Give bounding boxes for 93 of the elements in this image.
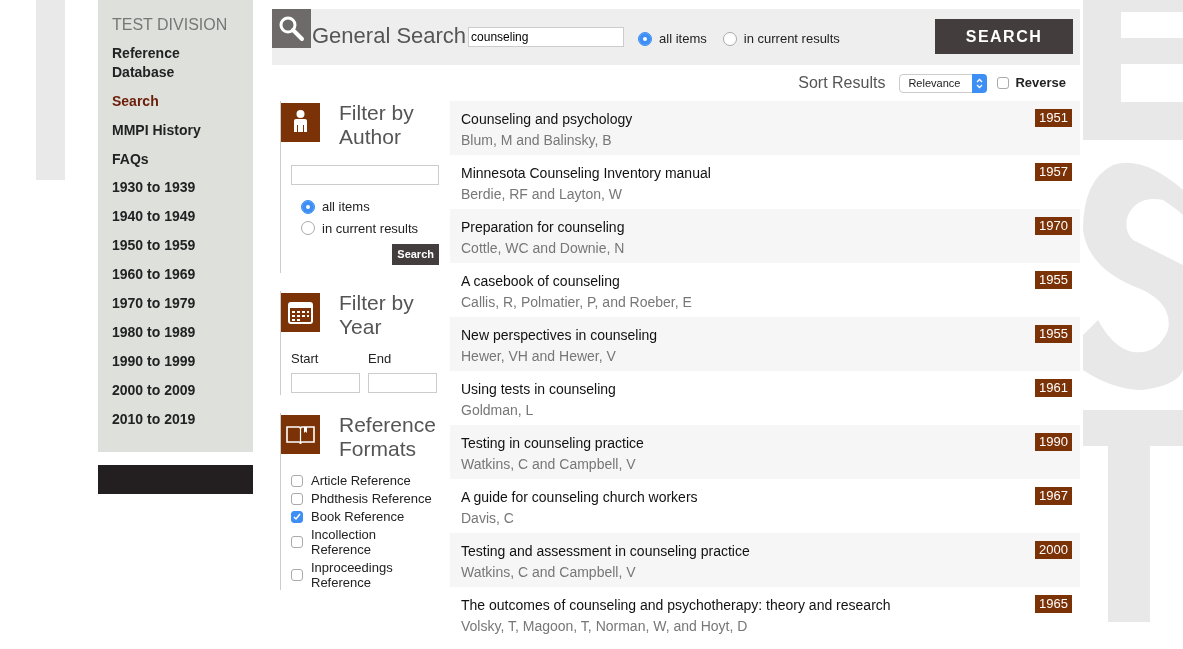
result-authors: Davis, C	[461, 509, 515, 528]
caret-icon	[972, 73, 988, 93]
sidebar-item[interactable]: 1950 to 1959	[112, 236, 239, 256]
search-button[interactable]: Search	[392, 244, 439, 265]
calendar-icon	[281, 292, 320, 332]
checkbox[interactable]	[997, 77, 1010, 89]
radio-label: in current results	[743, 30, 840, 48]
sidebar-item[interactable]: Search	[112, 91, 239, 111]
result-authors: Hewer, VH and Hewer, V	[461, 347, 617, 366]
sidebar-item[interactable]: 1930 to 1939	[112, 178, 239, 198]
year-tag: 1965	[1035, 595, 1072, 613]
checkbox[interactable]	[291, 569, 303, 581]
filter-title: Filter by Author	[339, 101, 415, 149]
radio-label: in current results	[322, 219, 419, 238]
result-title: Testing in counseling practice	[461, 434, 644, 453]
radio-label: all items	[322, 198, 370, 216]
result-row[interactable]: Preparation for counseling Cottle, WC and Downie, N 1970	[450, 209, 1080, 263]
search-field[interactable]: counseling	[468, 27, 625, 47]
result-title: A casebook of counseling	[461, 272, 621, 291]
result-authors: Watkins, C and Campbell, V	[461, 455, 637, 474]
radio-button[interactable]	[638, 31, 653, 46]
year-field[interactable]	[368, 373, 437, 393]
result-row[interactable]: Minnesota Counseling Inventory manual Berdie, RF and Layton, W 1957	[450, 155, 1080, 209]
year-tag: 1961	[1035, 379, 1072, 397]
radio-button[interactable]	[301, 221, 315, 236]
checkbox-label: Incollection Reference	[311, 527, 378, 557]
sidebar-item[interactable]: 1960 to 1969	[112, 265, 239, 284]
result-row[interactable]: Testing in counseling practice Watkins, C and Campbell, V 1990	[450, 425, 1080, 479]
result-authors: Volsky, T, Magoon, T, Norman, W, and Hoyt, D	[461, 617, 749, 636]
sort-select[interactable]: Relevance	[899, 73, 988, 93]
result-title: New perspectives in counseling	[461, 326, 658, 345]
checkbox[interactable]	[291, 474, 303, 487]
result-row[interactable]: A casebook of counseling Callis, R, Polmatier, P, and Roeber, E 1955	[450, 263, 1080, 317]
sidebar-item[interactable]: FAQs	[112, 149, 239, 169]
search-icon	[272, 9, 311, 48]
sidebar-item[interactable]: MMPI History	[112, 120, 239, 140]
result-row[interactable]: A guide for counseling church workers Davis, C 1967	[450, 479, 1080, 533]
sidebar-item[interactable]: 2010 to 2019	[112, 409, 239, 429]
sidebar-item[interactable]: Reference Database	[112, 44, 239, 82]
result-authors: Watkins, C and Campbell, V	[461, 563, 637, 582]
checkbox-label: Reverse	[1015, 74, 1066, 93]
checkbox-label: Inproceedings Reference	[311, 560, 394, 590]
person-icon	[281, 103, 320, 142]
result-authors: Cottle, WC and Downie, N	[461, 239, 625, 258]
result-authors: Berdie, RF and Layton, W	[461, 185, 624, 204]
result-title: Using tests in counseling	[461, 380, 616, 399]
result-title: The outcomes of counseling and psychotherapy: theory and research	[461, 596, 891, 615]
checkbox[interactable]	[291, 492, 303, 505]
result-title: Counseling and psychology	[461, 110, 633, 129]
filter-title: Reference Formats	[339, 413, 437, 461]
result-authors: Blum, M and Balinsky, B	[461, 131, 613, 150]
sidebar-item[interactable]: 1980 to 1989	[112, 322, 239, 342]
result-row[interactable]: Counseling and psychology Blum, M and Balinsky, B 1951	[450, 101, 1080, 155]
author-field[interactable]	[291, 165, 439, 185]
sidebar-title: TEST DIVISION	[112, 15, 228, 35]
checkbox[interactable]	[291, 510, 303, 523]
sidebar-item[interactable]: 2000 to 2009	[112, 380, 239, 400]
result-authors: Goldman, L	[461, 401, 535, 420]
checkbox-label: Article Reference	[311, 473, 412, 488]
year-label: End	[368, 349, 393, 368]
radio-button[interactable]	[722, 31, 737, 46]
sidebar-item[interactable]: 1970 to 1979	[112, 294, 239, 313]
year-tag: 1957	[1035, 163, 1072, 181]
checkbox-label: Phdthesis Reference	[311, 491, 433, 506]
sidebar-item[interactable]: 1940 to 1949	[112, 207, 239, 227]
year-tag: 1970	[1035, 217, 1072, 235]
sidebar-item[interactable]: 1990 to 1999	[112, 351, 239, 371]
result-title: Preparation for counseling	[461, 218, 625, 237]
search-button[interactable]: SEARCH	[935, 19, 1073, 54]
year-tag: 1955	[1035, 271, 1072, 289]
result-title: Testing and assessment in counseling practice	[461, 542, 750, 561]
result-row[interactable]: New perspectives in counseling Hewer, VH and Hewer, V 1955	[450, 317, 1080, 371]
checkbox-label: Book Reference	[311, 509, 406, 524]
sort-label: Sort Results	[798, 73, 886, 93]
checkbox[interactable]	[291, 536, 303, 548]
filter-title: Filter by Year	[339, 290, 415, 339]
year-label: Start	[291, 349, 320, 368]
result-title: A guide for counseling church workers	[461, 488, 698, 507]
year-tag: 1951	[1035, 109, 1072, 127]
result-authors: Callis, R, Polmatier, P, and Roeber, E	[461, 293, 692, 312]
radio-button[interactable]	[301, 199, 315, 214]
year-tag: 1967	[1035, 487, 1072, 505]
year-tag: 1955	[1035, 325, 1072, 343]
book-icon	[281, 415, 320, 454]
result-title: Minnesota Counseling Inventory manual	[461, 164, 711, 183]
result-row[interactable]: The outcomes of counseling and psychotherapy: theory and research Volsky, T, Magoon, T, Norman, W, and Hoyt, D 1965	[450, 587, 1080, 641]
year-field[interactable]	[291, 373, 360, 393]
result-row[interactable]: Using tests in counseling Goldman, L 1961	[450, 371, 1080, 425]
search-title: General Search	[312, 22, 467, 50]
radio-label: all items	[659, 30, 707, 48]
result-row[interactable]: Testing and assessment in counseling practice Watkins, C and Campbell, V 2000	[450, 533, 1080, 587]
year-tag: 2000	[1035, 541, 1072, 559]
year-tag: 1990	[1035, 433, 1072, 451]
